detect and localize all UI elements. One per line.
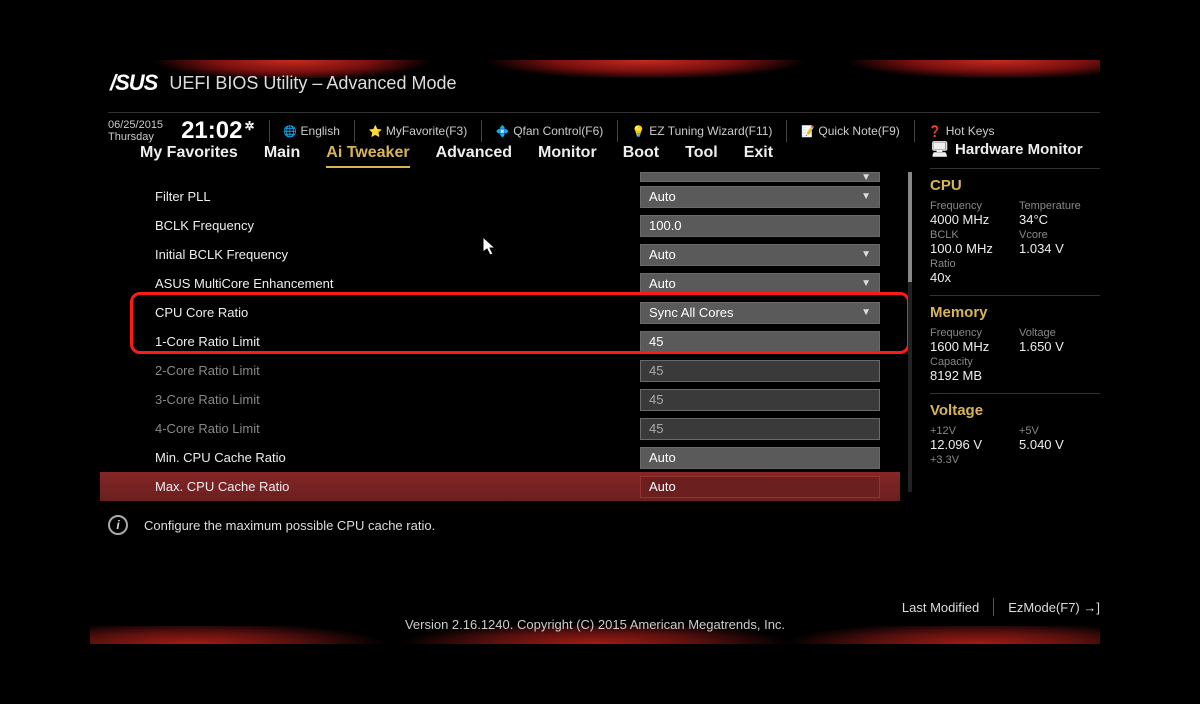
topbar-icon: ❓ bbox=[929, 125, 942, 137]
tab-main[interactable]: Main bbox=[264, 140, 300, 168]
setting-row[interactable]: Filter PLLAuto▼ bbox=[100, 182, 900, 211]
topbar-ez-tuning-wizard-f11-[interactable]: 💡EZ Tuning Wizard(F11) bbox=[632, 124, 772, 138]
setting-row[interactable]: 2-Core Ratio Limit45 bbox=[100, 356, 900, 385]
setting-row[interactable]: Max. CPU Cache RatioAuto bbox=[100, 472, 900, 501]
setting-row[interactable]: Min. CPU Cache RatioAuto bbox=[100, 443, 900, 472]
setting-label: 4-Core Ratio Limit bbox=[155, 421, 640, 436]
topbar-quick-note-f9-[interactable]: 📝Quick Note(F9) bbox=[801, 124, 899, 138]
tab-advanced[interactable]: Advanced bbox=[436, 140, 512, 168]
date: 06/25/2015 bbox=[108, 119, 163, 131]
setting-label: 2-Core Ratio Limit bbox=[155, 363, 640, 378]
topbar-english[interactable]: 🌐English bbox=[284, 124, 340, 138]
setting-row[interactable]: 4-Core Ratio Limit45 bbox=[100, 414, 900, 443]
setting-field[interactable]: 100.0 bbox=[640, 215, 880, 237]
topbar-icon: ⭐ bbox=[369, 125, 382, 137]
setting-field[interactable]: 45 bbox=[640, 331, 880, 353]
setting-label: CPU Core Ratio bbox=[155, 305, 640, 320]
topbar-myfavorite-f3-[interactable]: ⭐MyFavorite(F3) bbox=[369, 124, 467, 138]
hw-volt-title: Voltage bbox=[930, 393, 1100, 419]
header: /SUS UEFI BIOS Utility – Advanced Mode bbox=[110, 70, 1100, 96]
tab-my-favorites[interactable]: My Favorites bbox=[140, 140, 238, 168]
hardware-monitor: 🖥Hardware Monitor CPU Frequency4000 MHz … bbox=[930, 140, 1100, 466]
setting-label: 3-Core Ratio Limit bbox=[155, 392, 640, 407]
brand-logo: /SUS bbox=[110, 70, 157, 96]
setting-row[interactable]: CPU Core RatioSync All Cores▼ bbox=[100, 298, 900, 327]
hw-cpu-title: CPU bbox=[930, 168, 1100, 194]
chevron-down-icon: ▼ bbox=[861, 278, 871, 289]
monitor-icon: 🖥 bbox=[930, 140, 949, 158]
chevron-down-icon: ▼ bbox=[861, 307, 871, 318]
setting-row[interactable]: ASUS MultiCore EnhancementAuto▼ bbox=[100, 269, 900, 298]
setting-label: 1-Core Ratio Limit bbox=[155, 334, 640, 349]
header-title: UEFI BIOS Utility – Advanced Mode bbox=[169, 73, 456, 94]
setting-label: Filter PLL bbox=[155, 189, 640, 204]
help-text: i Configure the maximum possible CPU cac… bbox=[108, 515, 435, 535]
hw-mem-title: Memory bbox=[930, 295, 1100, 321]
tab-boot[interactable]: Boot bbox=[623, 140, 659, 168]
footer-version: Version 2.16.1240. Copyright (C) 2015 Am… bbox=[90, 617, 1100, 632]
setting-field[interactable]: Auto▼ bbox=[640, 186, 880, 208]
setting-row[interactable]: Initial BCLK FrequencyAuto▼ bbox=[100, 240, 900, 269]
info-icon: i bbox=[108, 515, 128, 535]
tab-monitor[interactable]: Monitor bbox=[538, 140, 597, 168]
topbar-hot-keys[interactable]: ❓Hot Keys bbox=[929, 124, 995, 138]
tab-tool[interactable]: Tool bbox=[685, 140, 718, 168]
setting-field: 45 bbox=[640, 418, 880, 440]
setting-field[interactable]: Auto bbox=[640, 447, 880, 469]
setting-field: 45 bbox=[640, 389, 880, 411]
last-modified-button[interactable]: Last Modified bbox=[902, 600, 979, 615]
scrollbar[interactable] bbox=[908, 172, 912, 492]
ezmode-button[interactable]: EzMode(F7) →] bbox=[1008, 600, 1100, 615]
topbar-icon: 📝 bbox=[801, 125, 814, 137]
setting-field: 45 bbox=[640, 360, 880, 382]
settings-panel: ▼Filter PLLAuto▼BCLK Frequency100.0Initi… bbox=[100, 170, 900, 510]
setting-label: ASUS MultiCore Enhancement bbox=[155, 276, 640, 291]
topbar-icon: 🌐 bbox=[284, 125, 297, 137]
topbar-qfan-control-f6-[interactable]: 💠Qfan Control(F6) bbox=[496, 124, 603, 138]
topbar-icon: 💠 bbox=[496, 125, 509, 137]
setting-row[interactable]: BCLK Frequency100.0 bbox=[100, 211, 900, 240]
setting-row[interactable]: 3-Core Ratio Limit45 bbox=[100, 385, 900, 414]
setting-label: Initial BCLK Frequency bbox=[155, 247, 640, 262]
topbar-icon: 💡 bbox=[632, 125, 645, 137]
setting-row[interactable]: 1-Core Ratio Limit45 bbox=[100, 327, 900, 356]
gear-icon[interactable]: ✲ bbox=[244, 119, 254, 133]
chevron-down-icon: ▼ bbox=[861, 249, 871, 260]
tab-ai-tweaker[interactable]: Ai Tweaker bbox=[326, 140, 409, 168]
setting-field[interactable]: ▼ bbox=[640, 172, 880, 182]
setting-label: Max. CPU Cache Ratio bbox=[155, 479, 640, 494]
setting-field[interactable]: Auto bbox=[640, 476, 880, 498]
main-tabs: My Favorites Main Ai Tweaker Advanced Monito… bbox=[140, 140, 773, 168]
setting-field[interactable]: Auto▼ bbox=[640, 244, 880, 266]
chevron-down-icon: ▼ bbox=[861, 191, 871, 202]
tab-exit[interactable]: Exit bbox=[744, 140, 773, 168]
setting-field[interactable]: Sync All Cores▼ bbox=[640, 302, 880, 324]
setting-label: Min. CPU Cache Ratio bbox=[155, 450, 640, 465]
setting-label: BCLK Frequency bbox=[155, 218, 640, 233]
setting-field[interactable]: Auto▼ bbox=[640, 273, 880, 295]
